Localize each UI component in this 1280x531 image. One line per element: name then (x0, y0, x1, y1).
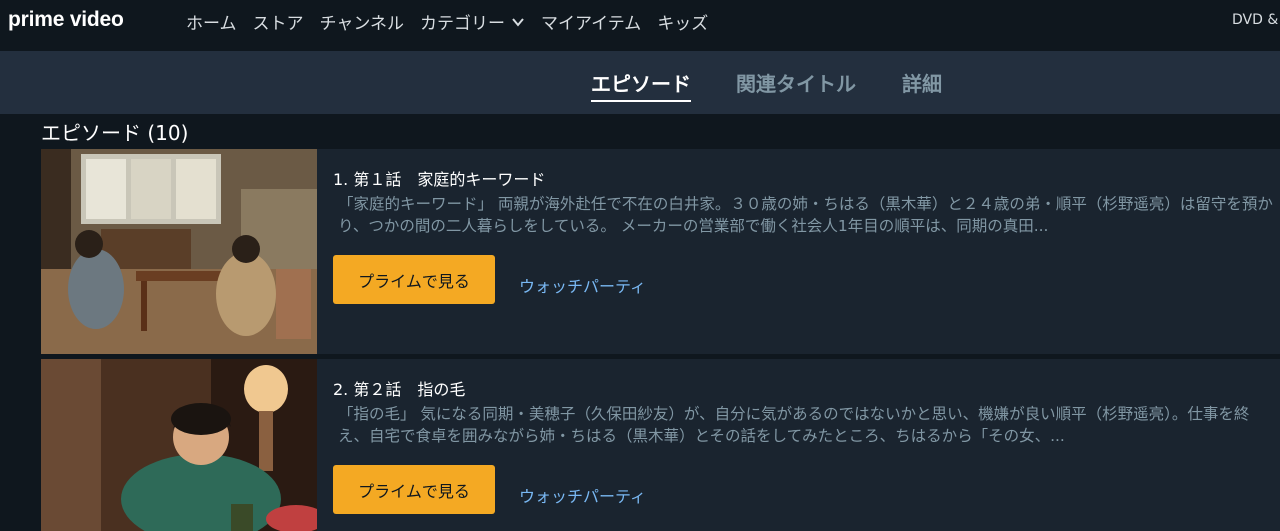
episode-thumbnail[interactable] (41, 149, 317, 354)
episode-description: 「家庭的キーワード」 両親が海外赴任で不在の白井家。３０歳の姉・ちはる（黒木華）… (338, 195, 1273, 235)
nav-item-dvd[interactable]: DVD & (1232, 12, 1280, 28)
section-title: エピソード (10) (41, 121, 189, 145)
episode-card: 2. 第２話 指の毛 「指の毛」 気になる同期・美穂子（久保田紗友）が、自分に気… (41, 359, 1280, 531)
episode-description: 「指の毛」 気になる同期・美穂子（久保田紗友）が、自分に気があるのではないかと思… (338, 405, 1250, 445)
nav-item-my-items[interactable]: マイアイテム (541, 9, 641, 34)
episode-thumbnail-image (41, 149, 317, 354)
nav-menu: ホーム ストア チャンネル カテゴリー マイアイテム キッズ (186, 9, 724, 34)
tab-episodes[interactable]: エピソード (591, 68, 691, 102)
episode-title[interactable]: 2. 第２話 指の毛 (333, 376, 465, 400)
nav-item-kids[interactable]: キッズ (657, 9, 708, 34)
chevron-down-icon (512, 17, 524, 27)
top-nav: prime video ホーム ストア チャンネル カテゴリー マイアイテム キ… (0, 0, 1280, 42)
watch-with-prime-button[interactable]: プライムで見る (333, 255, 495, 304)
nav-item-home[interactable]: ホーム (186, 9, 237, 34)
prime-video-logo[interactable]: prime video (8, 8, 124, 32)
nav-item-categories-label: カテゴリー (420, 14, 505, 34)
episode-card: 1. 第１話 家庭的キーワード 「家庭的キーワード」 両親が海外赴任で不在の白井… (41, 149, 1280, 354)
watch-with-prime-button[interactable]: プライムで見る (333, 465, 495, 514)
detail-tab-bar: エピソード 関連タイトル 詳細 (0, 51, 1280, 114)
nav-item-store[interactable]: ストア (253, 9, 304, 34)
watch-party-link[interactable]: ウォッチパーティ (519, 483, 646, 507)
watch-party-link[interactable]: ウォッチパーティ (519, 273, 646, 297)
nav-item-channels[interactable]: チャンネル (320, 9, 405, 34)
episode-thumbnail-image (41, 359, 317, 531)
episode-thumbnail[interactable] (41, 359, 317, 531)
tab-related-titles[interactable]: 関連タイトル (736, 68, 856, 97)
episode-title[interactable]: 1. 第１話 家庭的キーワード (333, 166, 545, 190)
tab-details[interactable]: 詳細 (902, 68, 942, 97)
nav-item-categories[interactable]: カテゴリー (420, 9, 525, 34)
